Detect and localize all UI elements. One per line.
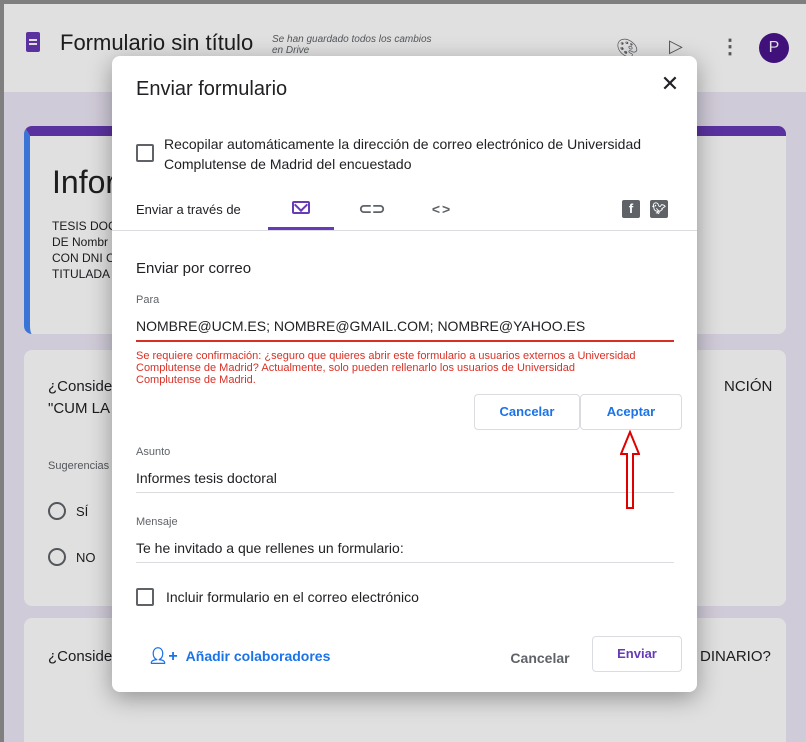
collect-email-checkbox[interactable]: [136, 144, 154, 162]
confirm-cancel-button[interactable]: Cancelar: [474, 394, 580, 430]
close-icon[interactable]: ✕: [656, 70, 684, 98]
email-icon: [292, 201, 310, 214]
code-icon: <>: [431, 201, 453, 217]
include-form-checkbox[interactable]: [136, 588, 154, 606]
dialog-title: Enviar formulario: [136, 78, 288, 100]
to-field[interactable]: NOMBRE@UCM.ES; NOMBRE@GMAIL.COM; NOMBRE@…: [136, 318, 674, 342]
add-collaborators-label: Añadir colaboradores: [185, 648, 331, 664]
divider: [112, 230, 697, 231]
collect-email-label[interactable]: Recopilar automáticamente la dirección d…: [164, 134, 684, 174]
send-via-label: Enviar a través de: [136, 202, 241, 217]
facebook-icon[interactable]: f: [622, 200, 640, 218]
link-icon: ⊂⊃: [358, 201, 386, 218]
section-title: Enviar por correo: [136, 260, 252, 277]
message-field[interactable]: Te he invitado a que rellenes un formula…: [136, 540, 674, 563]
cancel-button[interactable]: Cancelar: [496, 640, 584, 676]
include-form-label[interactable]: Incluir formulario en el correo electrón…: [166, 589, 419, 605]
subject-field[interactable]: Informes tesis doctoral: [136, 470, 674, 493]
tab-embed[interactable]: <>: [414, 188, 470, 230]
twitter-icon[interactable]: 🐦︎: [650, 200, 668, 218]
subject-label: Asunto: [136, 446, 171, 458]
send-form-dialog: Enviar formulario ✕ Recopilar automática…: [112, 56, 697, 692]
confirmation-error: Se requiere confirmación: ¿seguro que qu…: [136, 350, 636, 386]
add-collaborators-button[interactable]: 👤︎+ Añadir colaboradores: [148, 646, 330, 666]
annotation-arrow-icon: [620, 430, 640, 509]
to-label: Para: [136, 294, 160, 306]
confirm-accept-button[interactable]: Aceptar: [580, 394, 682, 430]
tab-link[interactable]: ⊂⊃: [344, 188, 400, 230]
message-label: Mensaje: [136, 516, 178, 528]
person-add-icon: 👤︎+: [148, 648, 178, 665]
send-button[interactable]: Enviar: [592, 636, 682, 672]
tab-email[interactable]: [268, 188, 334, 230]
